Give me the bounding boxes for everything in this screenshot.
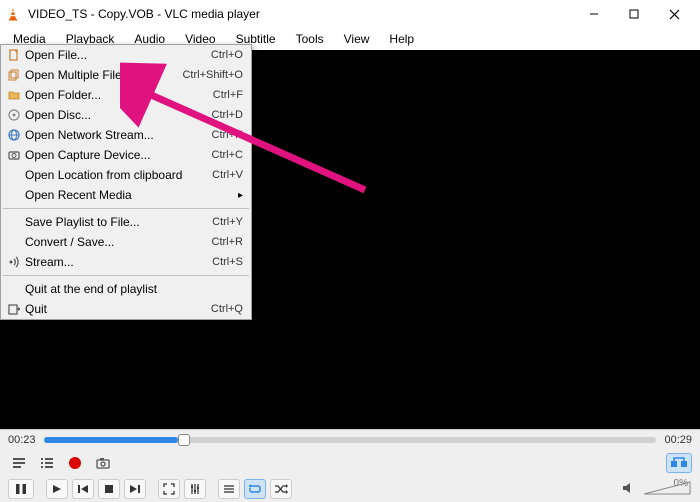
- folder-icon: [5, 88, 23, 102]
- menu-item-shortcut: Ctrl+C: [212, 149, 243, 161]
- menu-item-label: Open Disc...: [25, 108, 212, 122]
- play-button[interactable]: [46, 479, 68, 499]
- menu-item[interactable]: Open Disc...Ctrl+D: [1, 105, 251, 125]
- menu-item-label: Convert / Save...: [25, 235, 212, 249]
- capture-icon: [5, 148, 23, 162]
- menu-item[interactable]: Save Playlist to File...Ctrl+Y: [1, 212, 251, 232]
- menu-item-label: Open Folder...: [25, 88, 213, 102]
- blank-icon: [5, 282, 23, 296]
- window-title: VIDEO_TS - Copy.VOB - VLC media player: [28, 7, 574, 21]
- shuffle-button[interactable]: [270, 479, 292, 499]
- menu-item-shortcut: Ctrl+S: [212, 256, 243, 268]
- previous-button[interactable]: [72, 479, 94, 499]
- menu-item[interactable]: Stream...Ctrl+S: [1, 252, 251, 272]
- mute-icon[interactable]: [622, 482, 636, 497]
- menu-item-label: Quit: [25, 302, 211, 316]
- menu-item-shortcut: Ctrl+Y: [212, 216, 243, 228]
- menu-item[interactable]: Quit at the end of playlist: [1, 279, 251, 299]
- loop-ab-button[interactable]: [666, 453, 692, 473]
- menu-item[interactable]: Open Capture Device...Ctrl+C: [1, 145, 251, 165]
- menu-item-label: Open File...: [25, 48, 211, 62]
- time-elapsed: 00:23: [8, 434, 36, 446]
- menu-item[interactable]: Open Network Stream...Ctrl+N: [1, 125, 251, 145]
- pause-button[interactable]: [8, 479, 34, 499]
- disc-icon: [5, 108, 23, 122]
- snapshot-button[interactable]: [92, 453, 114, 473]
- menu-tools[interactable]: Tools: [287, 29, 333, 49]
- menu-item[interactable]: QuitCtrl+Q: [1, 299, 251, 319]
- stop-button[interactable]: [98, 479, 120, 499]
- menu-view[interactable]: View: [335, 29, 379, 49]
- menu-item[interactable]: Convert / Save...Ctrl+R: [1, 232, 251, 252]
- menu-item-label: Save Playlist to File...: [25, 215, 212, 229]
- menu-item-label: Stream...: [25, 255, 212, 269]
- blank-icon: [5, 168, 23, 182]
- menu-item-shortcut: Ctrl+R: [212, 236, 243, 248]
- menu-item-shortcut: Ctrl+O: [211, 49, 243, 61]
- submenu-arrow-icon: ▸: [238, 190, 243, 201]
- menu-item-shortcut: Ctrl+D: [212, 109, 243, 121]
- file-icon: [5, 48, 23, 62]
- menu-item-shortcut: Ctrl+V: [212, 169, 243, 181]
- blank-icon: [5, 215, 23, 229]
- record-button[interactable]: [64, 453, 86, 473]
- maximize-button[interactable]: [614, 0, 654, 28]
- playlist-toggle-button[interactable]: [8, 453, 30, 473]
- fullscreen-button[interactable]: [158, 479, 180, 499]
- menu-item[interactable]: Open Multiple Files...Ctrl+Shift+O: [1, 65, 251, 85]
- quit-icon: [5, 302, 23, 316]
- volume-slider[interactable]: 0%: [642, 480, 692, 498]
- stream-icon: [5, 255, 23, 269]
- seek-bar[interactable]: [44, 437, 657, 443]
- menu-item-label: Open Multiple Files...: [25, 68, 182, 82]
- close-button[interactable]: [654, 0, 694, 28]
- window-controls: [574, 0, 694, 28]
- blank-icon: [5, 188, 23, 202]
- menu-item-shortcut: Ctrl+N: [212, 129, 243, 141]
- volume-percent: 0%: [674, 478, 688, 489]
- menu-item-label: Open Location from clipboard: [25, 168, 212, 182]
- menu-item-label: Open Network Stream...: [25, 128, 212, 142]
- menu-item[interactable]: Open Folder...Ctrl+F: [1, 85, 251, 105]
- menu-item-label: Open Capture Device...: [25, 148, 212, 162]
- menu-item[interactable]: Open Recent Media▸: [1, 185, 251, 205]
- playlist-view-button[interactable]: [36, 453, 58, 473]
- network-icon: [5, 128, 23, 142]
- next-button[interactable]: [124, 479, 146, 499]
- menu-help[interactable]: Help: [380, 29, 423, 49]
- blank-icon: [5, 235, 23, 249]
- time-total: 00:29: [664, 434, 692, 446]
- titlebar: VIDEO_TS - Copy.VOB - VLC media player: [0, 0, 700, 28]
- extended-settings-button[interactable]: [184, 479, 206, 499]
- menu-item-label: Quit at the end of playlist: [25, 282, 243, 296]
- menu-item-shortcut: Ctrl+Shift+O: [182, 69, 243, 81]
- menu-item-shortcut: Ctrl+F: [213, 89, 243, 101]
- bottom-controls: 00:23 00:29: [0, 429, 700, 502]
- files-icon: [5, 68, 23, 82]
- loop-button[interactable]: [244, 479, 266, 499]
- menu-item-label: Open Recent Media: [25, 188, 238, 202]
- minimize-button[interactable]: [574, 0, 614, 28]
- media-dropdown: Open File...Ctrl+OOpen Multiple Files...…: [0, 44, 252, 320]
- menu-item-shortcut: Ctrl+Q: [211, 303, 243, 315]
- menu-item[interactable]: Open Location from clipboardCtrl+V: [1, 165, 251, 185]
- menu-item[interactable]: Open File...Ctrl+O: [1, 45, 251, 65]
- vlc-cone-icon: [6, 6, 22, 22]
- show-playlist-button[interactable]: [218, 479, 240, 499]
